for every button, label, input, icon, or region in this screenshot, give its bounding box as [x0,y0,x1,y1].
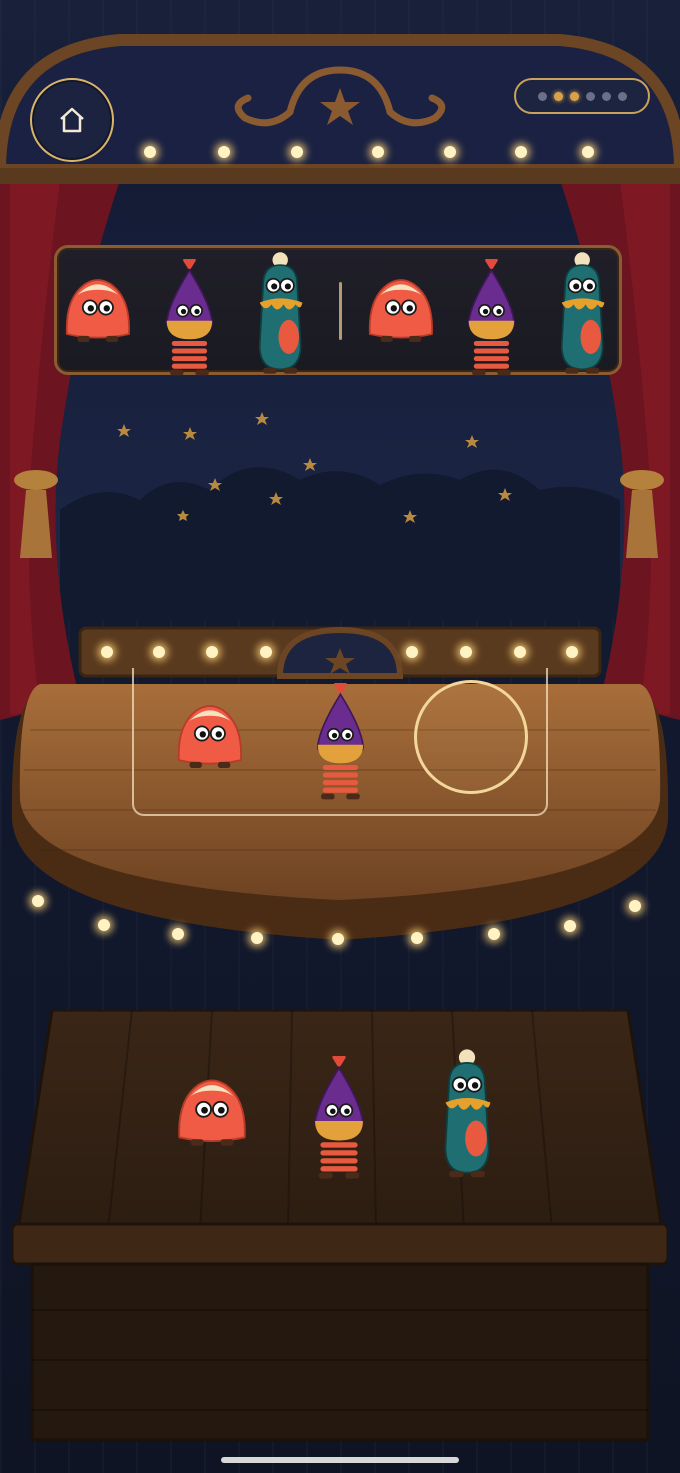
orange-blob-icon [65,279,131,343]
tray-teal-clown[interactable] [431,1046,503,1186]
marquee-bulb [564,920,576,932]
marquee-bulb [629,900,641,912]
marquee-bulb [218,146,230,158]
marquee-bulb [582,146,594,158]
level-progress [514,78,650,114]
placed-orange-blob[interactable] [170,698,250,778]
marquee-bulb [206,646,218,658]
placed-purple-spring[interactable] [311,679,370,807]
marquee-bulb [291,146,303,158]
target-orange-blob [58,272,138,352]
marquee-bulb [144,146,156,158]
teal-clown-icon [258,252,303,374]
marquee-bulb [98,919,110,931]
marquee-bulb [515,146,527,158]
orange-blob-icon [368,279,434,343]
marquee-bulb [372,146,384,158]
marquee-bulb [260,646,272,658]
home-button[interactable] [30,78,114,162]
target-purple-spring [160,255,219,383]
marquee-bulb [514,646,526,658]
marquee-bulb [566,646,578,658]
teal-clown-icon [560,252,605,374]
target-teal-clown [548,249,616,382]
orange-blob-icon [178,1079,246,1146]
empty-answer-slot[interactable] [414,680,528,794]
purple-spring-icon [165,255,213,375]
purple-spring-icon [316,679,364,799]
game-screen [0,0,680,1473]
marquee-bulb [101,646,113,658]
target-teal-clown [246,249,314,382]
progress-dot [553,91,563,101]
progress-dot [569,91,579,101]
marquee-bulb [406,646,418,658]
progress-dot [617,91,627,101]
marquee-bulb [488,928,500,940]
marquee-bulb [460,646,472,658]
target-orange-blob [361,272,441,352]
home-icon [60,107,84,133]
target-purple-spring [462,255,521,383]
sequence-divider [339,282,342,340]
marquee-bulb [172,928,184,940]
marquee-bulb [153,646,165,658]
progress-dot [537,91,547,101]
progress-dot [585,91,595,101]
purple-spring-icon [314,1053,364,1179]
purple-spring-icon [467,255,515,375]
marquee-bulb [444,146,456,158]
marquee-bulb [251,932,263,944]
marquee-bulb [32,895,44,907]
marquee-bulb [332,933,344,945]
target-sequence-panel [54,245,622,375]
orange-blob-icon [177,705,243,769]
progress-dot [601,91,611,101]
tray-orange-blob[interactable] [170,1072,254,1156]
tray-purple-spring[interactable] [308,1053,370,1186]
teal-clown-icon [444,1049,491,1178]
marquee-bulb [411,932,423,944]
home-indicator [221,1457,459,1463]
